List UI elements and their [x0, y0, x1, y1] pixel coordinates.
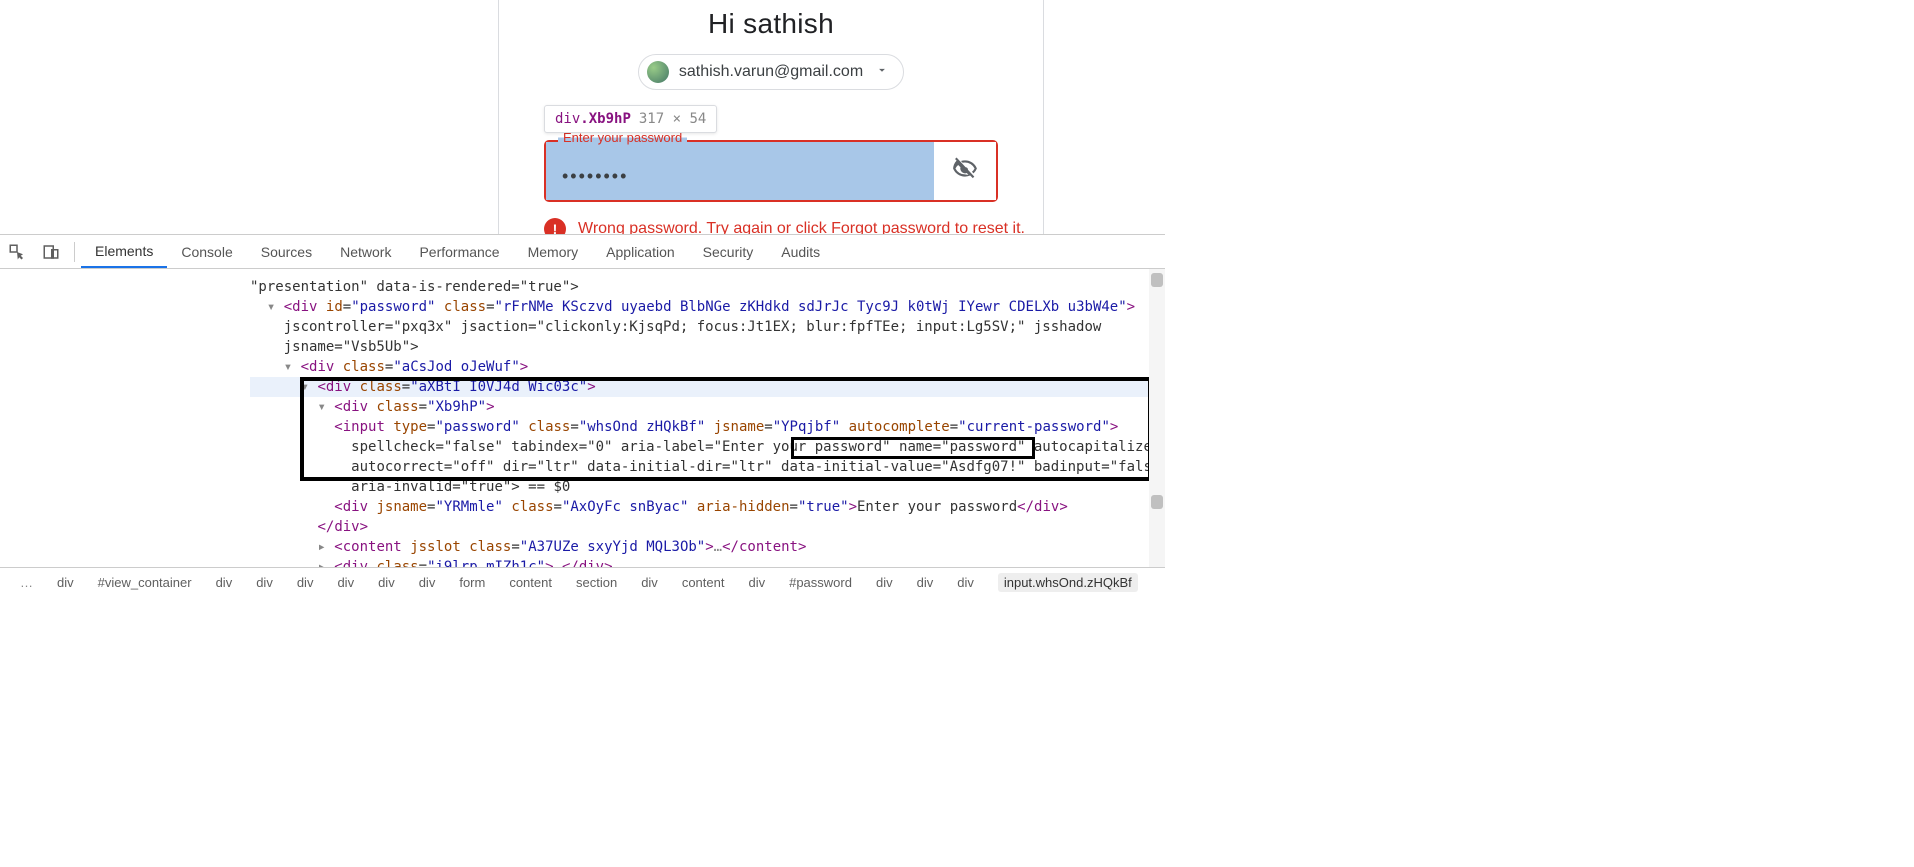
devtools-tabbar: ElementsConsoleSourcesNetworkPerformance…: [0, 235, 1165, 269]
dom-breadcrumbs[interactable]: … div #view_container div div div div div div for…: [0, 567, 1165, 597]
show-password-button[interactable]: [934, 142, 996, 200]
tooltip-dimensions: 317 × 54: [639, 111, 706, 127]
password-field-highlight: Enter your password: [546, 142, 934, 200]
breadcrumb-item[interactable]: div: [748, 575, 765, 590]
scroll-thumb[interactable]: [1151, 273, 1163, 287]
tab-network[interactable]: Network: [326, 235, 405, 268]
devtools-panel: ElementsConsoleSourcesNetworkPerformance…: [0, 234, 1165, 614]
dom-line[interactable]: ▾ <div class="aXBtI I0VJ4d Wic03c">: [250, 377, 1165, 397]
tooltip-class: .Xb9hP: [580, 111, 631, 127]
account-chip[interactable]: sathish.varun@gmail.com: [638, 54, 904, 90]
device-toolbar-icon[interactable]: [34, 235, 68, 268]
tooltip-tag: div: [555, 111, 580, 127]
dom-line[interactable]: <div jsname="YRMmle" class="AxOyFc snBya…: [250, 497, 1165, 517]
inspect-tooltip: div.Xb9hP 317 × 54: [544, 105, 717, 133]
password-row: Enter your password: [544, 140, 998, 202]
inspect-element-icon[interactable]: [0, 235, 34, 268]
tab-performance[interactable]: Performance: [405, 235, 513, 268]
dom-line[interactable]: <input type="password" class="whsOnd zHQ…: [250, 417, 1165, 497]
breadcrumb-item[interactable]: div: [876, 575, 893, 590]
breadcrumb-item[interactable]: div: [57, 575, 74, 590]
password-input[interactable]: [546, 142, 934, 200]
scrollbar[interactable]: [1149, 269, 1165, 567]
tab-audits[interactable]: Audits: [767, 235, 834, 268]
scroll-thumb[interactable]: [1151, 495, 1163, 509]
breadcrumb-item[interactable]: input.whsOnd.zHQkBf: [998, 573, 1138, 592]
dom-line[interactable]: ▾ <div id="password" class="rFrNMe KSczv…: [250, 297, 1165, 357]
login-panel: Hi sathish sathish.varun@gmail.com div.X…: [498, 0, 1044, 234]
dom-line[interactable]: ▸ <content jsslot class="A37UZe sxyYjd M…: [250, 537, 1165, 557]
breadcrumb-item[interactable]: div: [297, 575, 314, 590]
tab-elements[interactable]: Elements: [81, 235, 167, 268]
breadcrumb-item[interactable]: #password: [789, 575, 852, 590]
breadcrumb-item[interactable]: div: [641, 575, 658, 590]
breadcrumb-item[interactable]: div: [256, 575, 273, 590]
elements-dom-tree[interactable]: "presentation" data-is-rendered="true"> …: [0, 269, 1165, 567]
breadcrumb-item[interactable]: div: [917, 575, 934, 590]
breadcrumb-item[interactable]: div: [419, 575, 436, 590]
breadcrumb-item[interactable]: div: [216, 575, 233, 590]
tab-sources[interactable]: Sources: [247, 235, 326, 268]
breadcrumb-item[interactable]: content: [509, 575, 552, 590]
breadcrumb-item[interactable]: content: [682, 575, 725, 590]
dom-line[interactable]: ▸ <div class="i9lrp mIZh1c">…</div>: [250, 557, 1165, 567]
breadcrumb-item[interactable]: div: [337, 575, 354, 590]
tab-application[interactable]: Application: [592, 235, 689, 268]
breadcrumb-item[interactable]: div: [957, 575, 974, 590]
divider: [74, 242, 75, 262]
breadcrumb-item[interactable]: …: [20, 575, 33, 590]
tab-security[interactable]: Security: [689, 235, 768, 268]
avatar: [647, 61, 669, 83]
tab-memory[interactable]: Memory: [514, 235, 593, 268]
tab-console[interactable]: Console: [167, 235, 246, 268]
dom-line[interactable]: ▾ <div class="Xb9hP">: [250, 397, 1165, 417]
breadcrumb-item[interactable]: section: [576, 575, 617, 590]
breadcrumb-item[interactable]: form: [459, 575, 485, 590]
account-email: sathish.varun@gmail.com: [679, 63, 863, 81]
eye-off-icon: [952, 156, 978, 187]
greeting-text: Hi sathish: [499, 8, 1043, 40]
breadcrumb-item[interactable]: #view_container: [98, 575, 192, 590]
dom-line[interactable]: ▾ <div class="aCsJod oJeWuf">: [250, 357, 1165, 377]
dom-line[interactable]: "presentation" data-is-rendered="true">: [250, 277, 1165, 297]
dom-line[interactable]: </div>: [250, 517, 1165, 537]
breadcrumb-item[interactable]: div: [378, 575, 395, 590]
chevron-down-icon: [875, 63, 889, 82]
